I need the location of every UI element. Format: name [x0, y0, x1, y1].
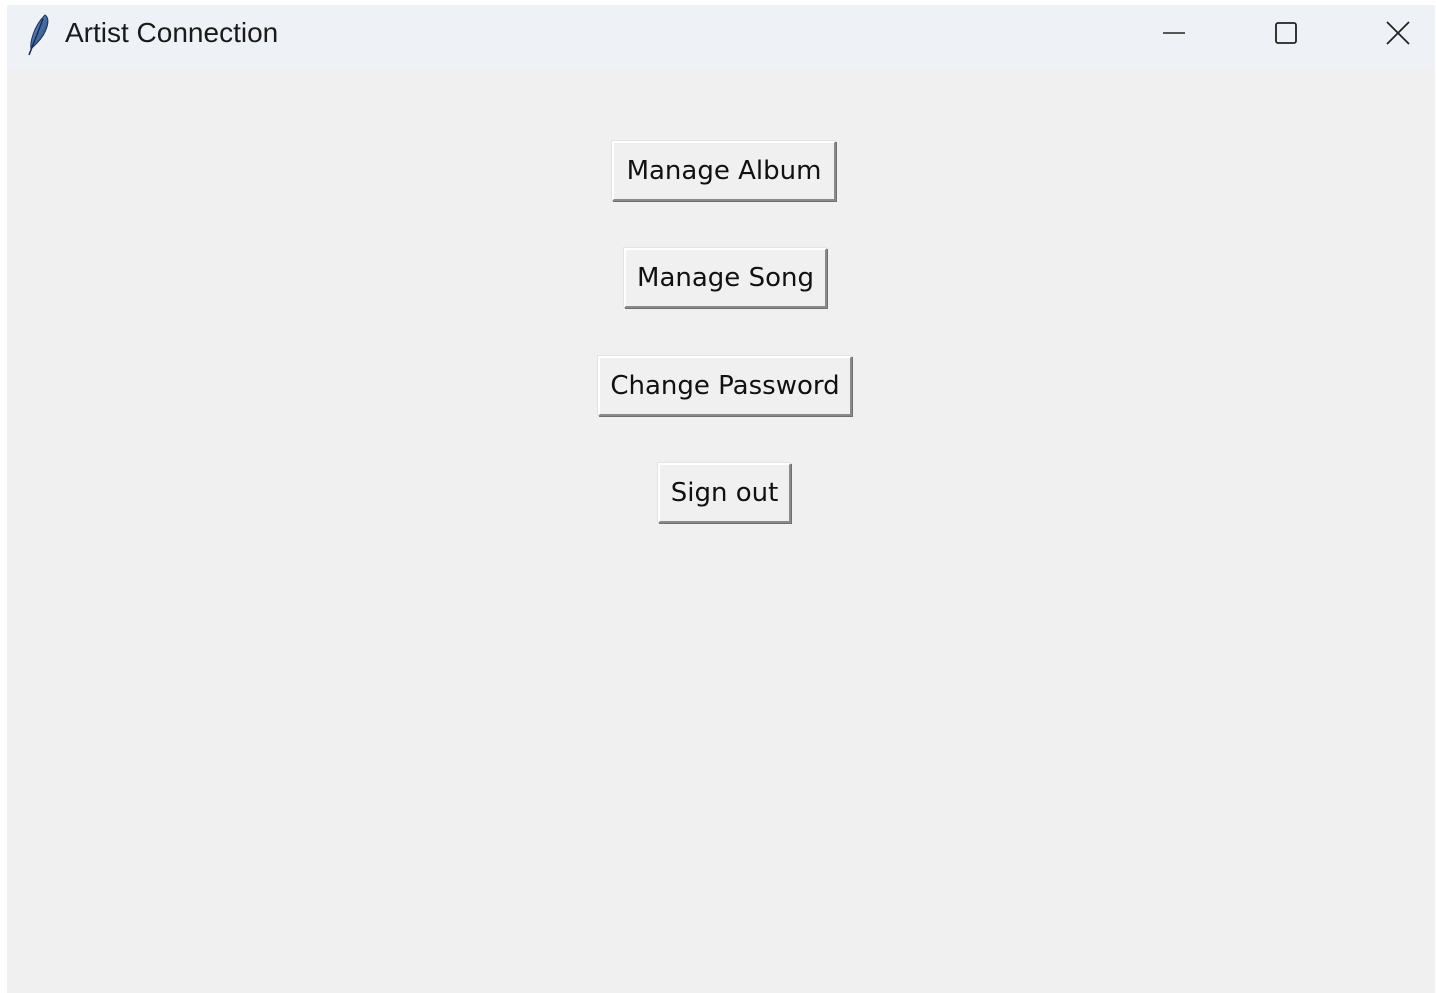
window-title: Artist Connection	[65, 17, 279, 48]
app-window: Artist Connection Manage Album Manage So…	[7, 5, 1435, 993]
title-bar[interactable]: Artist Connection	[7, 5, 1435, 69]
feather-icon	[21, 13, 51, 57]
minimize-icon	[1161, 20, 1187, 46]
close-icon	[1385, 20, 1411, 46]
manage-album-button[interactable]: Manage Album	[612, 141, 836, 201]
close-button[interactable]	[1348, 5, 1435, 61]
change-password-button[interactable]: Change Password	[598, 356, 852, 416]
manage-song-button[interactable]: Manage Song	[624, 248, 827, 308]
main-content: Manage Album Manage Song Change Password…	[7, 69, 1435, 993]
sign-out-button[interactable]: Sign out	[658, 463, 791, 523]
minimize-button[interactable]	[1124, 5, 1224, 61]
maximize-button[interactable]	[1236, 5, 1336, 61]
maximize-icon	[1273, 20, 1299, 46]
